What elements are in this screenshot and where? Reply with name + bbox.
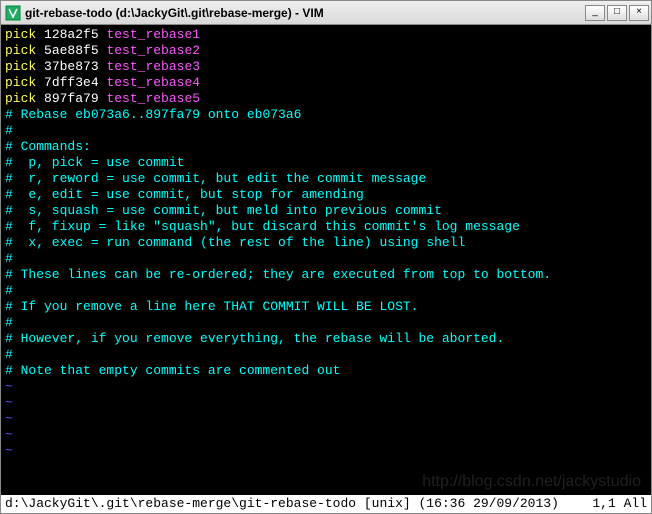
pick-line[interactable]: pick 128a2f5 test_rebase1 (5, 27, 647, 43)
commit-hash: 7dff3e4 (44, 75, 99, 90)
comment-line[interactable]: # (5, 123, 647, 139)
tilde-line: ~ (5, 395, 647, 411)
window-controls: _ □ × (585, 5, 649, 21)
comment-line[interactable]: # x, exec = run command (the rest of the… (5, 235, 647, 251)
pick-command: pick (5, 27, 36, 42)
comment-line[interactable]: # These lines can be re-ordered; they ar… (5, 267, 647, 283)
comment-line[interactable]: # p, pick = use commit (5, 155, 647, 171)
editor-area[interactable]: pick 128a2f5 test_rebase1pick 5ae88f5 te… (1, 25, 651, 513)
commit-message: test_rebase5 (106, 91, 200, 106)
status-bar: d:\JackyGit\.git\rebase-merge\git-rebase… (1, 495, 651, 513)
comment-line[interactable]: # (5, 283, 647, 299)
window-titlebar: git-rebase-todo (d:\JackyGit\.git\rebase… (1, 1, 651, 25)
status-file-info: d:\JackyGit\.git\rebase-merge\git-rebase… (5, 495, 577, 513)
commit-hash: 37be873 (44, 59, 99, 74)
tilde-line: ~ (5, 443, 647, 459)
commit-message: test_rebase3 (106, 59, 200, 74)
pick-line[interactable]: pick 5ae88f5 test_rebase2 (5, 43, 647, 59)
commit-message: test_rebase2 (106, 43, 200, 58)
maximize-button[interactable]: □ (607, 5, 627, 21)
commit-hash: 128a2f5 (44, 27, 99, 42)
comment-line[interactable]: # Rebase eb073a6..897fa79 onto eb073a6 (5, 107, 647, 123)
pick-line[interactable]: pick 7dff3e4 test_rebase4 (5, 75, 647, 91)
pick-command: pick (5, 75, 36, 90)
comment-line[interactable]: # However, if you remove everything, the… (5, 331, 647, 347)
commit-hash: 5ae88f5 (44, 43, 99, 58)
tilde-line: ~ (5, 411, 647, 427)
window-title: git-rebase-todo (d:\JackyGit\.git\rebase… (25, 6, 585, 20)
tilde-line: ~ (5, 379, 647, 395)
comment-line[interactable]: # (5, 251, 647, 267)
close-button[interactable]: × (629, 5, 649, 21)
comment-line[interactable]: # Commands: (5, 139, 647, 155)
comment-line[interactable]: # If you remove a line here THAT COMMIT … (5, 299, 647, 315)
pick-command: pick (5, 59, 36, 74)
comment-line[interactable]: # r, reword = use commit, but edit the c… (5, 171, 647, 187)
comment-line[interactable]: # Note that empty commits are commented … (5, 363, 647, 379)
comment-line[interactable]: # s, squash = use commit, but meld into … (5, 203, 647, 219)
minimize-button[interactable]: _ (585, 5, 605, 21)
commit-message: test_rebase4 (106, 75, 200, 90)
pick-line[interactable]: pick 897fa79 test_rebase5 (5, 91, 647, 107)
pick-command: pick (5, 91, 36, 106)
commit-hash: 897fa79 (44, 91, 99, 106)
status-cursor-pos: 1,1 All (577, 495, 647, 513)
editor-content[interactable]: pick 128a2f5 test_rebase1pick 5ae88f5 te… (1, 25, 651, 495)
comment-line[interactable]: # (5, 347, 647, 363)
app-icon (5, 5, 21, 21)
commit-message: test_rebase1 (106, 27, 200, 42)
pick-command: pick (5, 43, 36, 58)
comment-line[interactable]: # e, edit = use commit, but stop for ame… (5, 187, 647, 203)
comment-line[interactable]: # f, fixup = like "squash", but discard … (5, 219, 647, 235)
tilde-line: ~ (5, 427, 647, 443)
pick-line[interactable]: pick 37be873 test_rebase3 (5, 59, 647, 75)
comment-line[interactable]: # (5, 315, 647, 331)
